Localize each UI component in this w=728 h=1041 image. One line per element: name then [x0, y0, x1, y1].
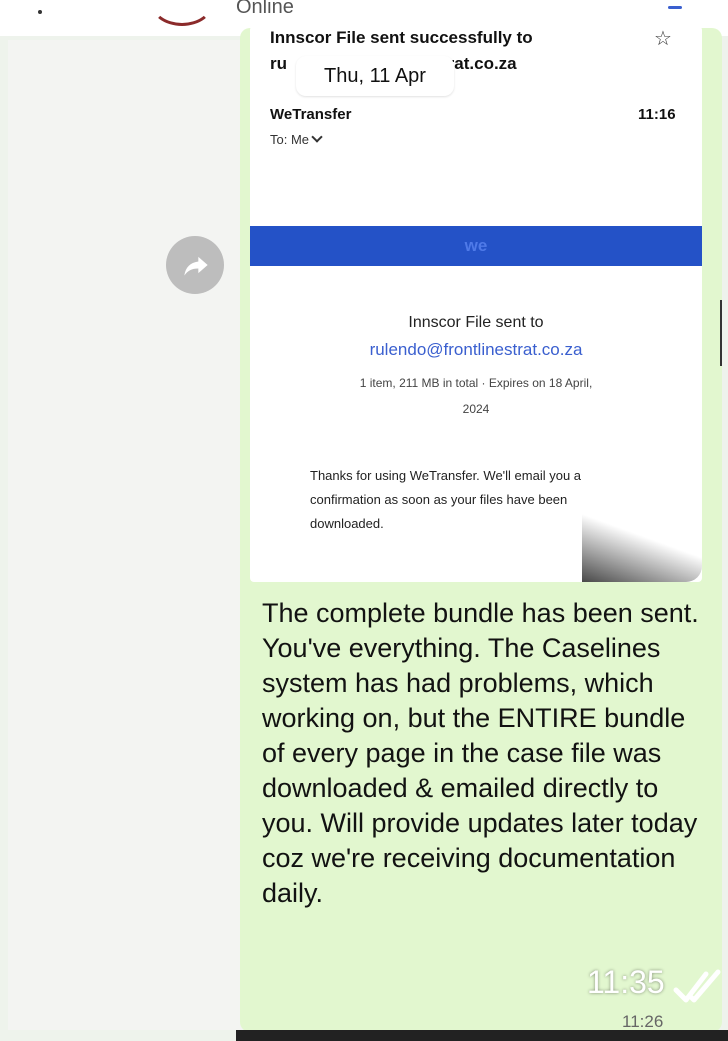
email-meta-line1: 1 item, 211 MB in total · Expires on 18 …	[359, 376, 593, 390]
email-screenshot-image[interactable]: Innscor File sent successfully to ru tra…	[250, 26, 702, 582]
email-recipient-address: rulendo@frontlinestrat.co.za	[369, 340, 583, 359]
message-timestamp-small: 11:26	[622, 1012, 664, 1031]
email-recipient-line: To: Me	[270, 131, 323, 147]
date-separator: Thu, 11 Apr	[296, 56, 454, 96]
email-subject-line1: Innscor File sent successfully to	[270, 28, 533, 47]
email-subject-line2-start: ru	[270, 54, 287, 73]
email-sender: WeTransfer	[270, 106, 352, 123]
header-indicator	[668, 6, 682, 9]
email-sent-to: Innscor File sent to	[408, 314, 544, 331]
scroll-indicator[interactable]	[720, 300, 722, 366]
email-time: 11:16	[638, 106, 676, 123]
forward-arrow-icon	[184, 256, 208, 276]
avatar[interactable]	[150, 0, 214, 26]
bottom-edge	[236, 1030, 728, 1041]
chat-background-left	[8, 40, 248, 1030]
wetransfer-banner: we	[250, 226, 702, 266]
message-text: The complete bundle has been sent. You'v…	[262, 598, 699, 908]
contact-status: Online	[236, 0, 294, 18]
header-dot	[38, 10, 42, 14]
message-timestamp-large: 11:35	[587, 964, 665, 1000]
forward-button[interactable]	[166, 236, 224, 294]
email-meta-line2: 2024	[462, 402, 490, 416]
image-shadow	[582, 512, 702, 582]
star-outline-icon: ☆	[654, 28, 672, 50]
chat-screen: Online Innscor File sent successfully to…	[0, 0, 728, 1041]
double-check-icon	[673, 969, 721, 1003]
chevron-down-icon	[311, 131, 323, 143]
email-to: To: Me	[270, 132, 310, 147]
